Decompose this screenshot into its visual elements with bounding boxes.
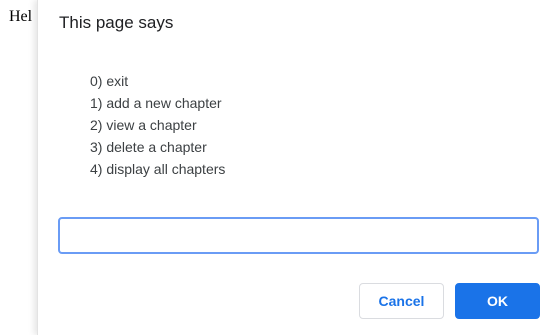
cancel-button[interactable]: Cancel xyxy=(359,283,444,319)
menu-option-add-chapter: 1) add a new chapter xyxy=(90,95,222,111)
menu-option-view-chapter: 2) view a chapter xyxy=(90,117,197,133)
menu-option-display-chapters: 4) display all chapters xyxy=(90,161,226,177)
browser-page: Hel This page says 0) exit 1) add a new … xyxy=(0,0,551,335)
prompt-dialog: This page says 0) exit 1) add a new chap… xyxy=(37,0,551,335)
dialog-buttons: Cancel OK xyxy=(359,283,540,319)
menu-option-exit: 0) exit xyxy=(90,73,129,89)
menu-option-delete-chapter: 3) delete a chapter xyxy=(90,139,207,155)
dialog-message: 0) exit 1) add a new chapter 2) view a c… xyxy=(90,70,225,180)
dialog-title: This page says xyxy=(59,13,174,32)
prompt-input[interactable] xyxy=(58,217,539,254)
ok-button[interactable]: OK xyxy=(455,283,540,319)
page-background-text: Hel xyxy=(9,8,33,25)
